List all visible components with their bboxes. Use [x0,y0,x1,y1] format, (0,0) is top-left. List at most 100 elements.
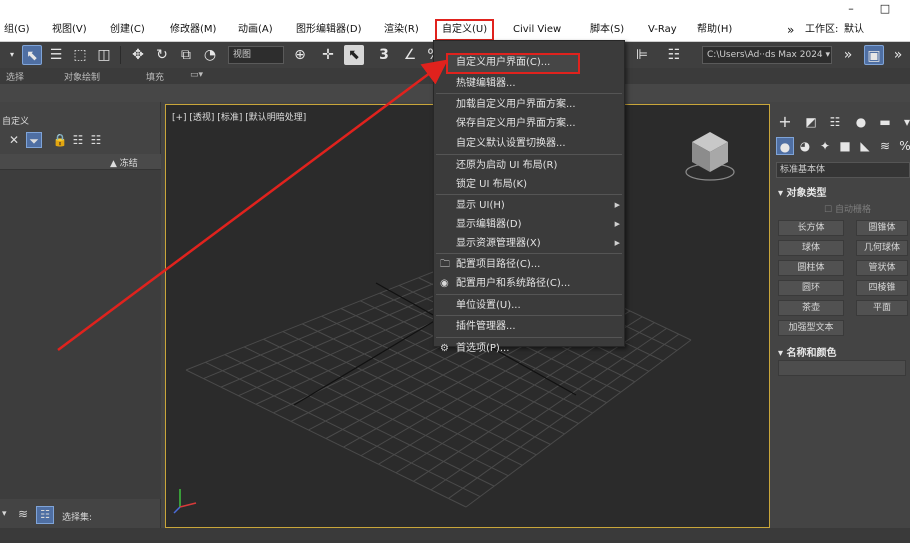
toolbar-more-button[interactable]: » [888,45,908,65]
customize-menu-item-7[interactable]: 显示 UI(H) ▶ [434,196,626,215]
customize-menu-item-3[interactable]: 保存自定义用户界面方案... [434,114,626,133]
menu-scripting[interactable]: 脚本(S) [590,18,624,42]
customize-menu-item-2[interactable]: 加载自定义用户界面方案... [434,95,626,114]
object-name-field[interactable] [778,360,906,376]
menu-rendering[interactable]: 渲染(R) [384,18,419,42]
menu-create[interactable]: 创建(C) [110,18,145,42]
scale-icon[interactable]: ⧉ [176,45,196,65]
lights-icon[interactable]: ✦ [816,137,834,155]
lock-icon[interactable]: 🔒 [52,132,68,148]
ribbon-tab-object-paint[interactable]: 对象绘制 [64,70,100,83]
menu-view[interactable]: 视图(V) [52,18,87,42]
ribbon-tab-fill[interactable]: 填充 [146,70,164,83]
box-button[interactable]: 长方体 [778,220,844,236]
menu-animation[interactable]: 动画(A) [238,18,273,42]
rotate-icon[interactable]: ↻ [152,45,172,65]
menu-item-label: 还原为启动 UI 布局(R) [456,160,558,171]
select-and-manipulate-icon[interactable]: ✛ [318,45,338,65]
customize-menu-item-1[interactable]: 热键编辑器... [434,74,626,93]
keyboard-shortcut-override-icon[interactable]: ⬉ [344,45,364,65]
customize-menu-item-5[interactable]: 还原为启动 UI 布局(R) [434,156,626,175]
tube-button[interactable]: 管状体 [856,260,908,276]
customize-menu-item-14[interactable]: ⚙ 首选项(P)... [434,339,626,358]
teapot-button[interactable]: 茶壶 [778,300,844,316]
plane-button[interactable]: 平面 [856,300,908,316]
customize-menu-item-10[interactable]: 🗀 配置项目路径(C)... [434,255,626,274]
close-icon[interactable]: ✕ [6,132,22,148]
filter-icon[interactable]: ⏷ [26,132,42,148]
modify-tab-icon[interactable]: ◩ [802,113,820,131]
autogrid-checkbox[interactable]: ☐ 自动栅格 [824,202,871,215]
name-and-color-rollout[interactable]: ▾ 名称和颜色 [778,344,837,359]
save-icon[interactable]: ▣ [864,45,884,65]
object-type-rollout[interactable]: ▾ 对象类型 [778,184,827,199]
menu-customize[interactable]: 自定义(U) [434,18,496,42]
textplus-button[interactable]: 加强型文本 [778,320,844,336]
pyramid-button[interactable]: 四棱锥 [856,280,908,296]
cameras-icon[interactable]: ■ [836,137,854,155]
utilities-tab-icon[interactable]: ▾ [898,113,910,131]
layer-explorer-icon[interactable]: ≋ [18,507,28,521]
customize-menu-item-12[interactable]: 单位设置(U)... [434,296,626,315]
menu-overflow-button[interactable]: » [787,18,794,42]
selection-filter-arrow-icon[interactable]: ▾ [2,45,22,65]
torus-button[interactable]: 圆环 [778,280,844,296]
sphere-button[interactable]: 球体 [778,240,844,256]
place-icon[interactable]: ◔ [200,45,220,65]
systems-icon[interactable]: % [896,137,910,155]
geosphere-button[interactable]: 几何球体 [856,240,908,256]
toolbar-overflow-button[interactable]: » [838,45,858,65]
hierarchy-tab-icon[interactable]: ☷ [826,113,844,131]
select-by-name-icon[interactable]: ☰ [46,45,66,65]
layers-icon[interactable]: ☷ [88,132,104,148]
move-icon[interactable]: ✥ [128,45,148,65]
geometry-icon[interactable]: ● [776,137,794,155]
scene-explorer-footer: ▾ ≋ ☷ 选择集: [0,504,161,528]
toolbar-separator [120,46,121,64]
footer-dropdown-arrow-icon[interactable]: ▾ [2,509,7,519]
ribbon-options-icon[interactable]: ▭▾ [190,70,203,80]
customize-menu-item-6[interactable]: 锁定 UI 布局(K) [434,175,626,194]
shapes-icon[interactable]: ◕ [796,137,814,155]
project-path-dropdown[interactable]: C:\Users\Ad··ds Max 2024 ▾ [702,46,832,64]
reference-coordinate-dropdown[interactable]: 视图 [228,46,284,64]
menu-group[interactable]: 组(G) [4,18,30,42]
menu-graph-editors[interactable]: 图形编辑器(D) [296,18,362,42]
display-tab-icon[interactable]: ▬ [876,113,894,131]
select-object-icon[interactable]: ⬉ [22,45,42,65]
spacewarps-icon[interactable]: ≋ [876,137,894,155]
menu-help[interactable]: 帮助(H) [697,18,732,42]
rectangular-region-icon[interactable]: ⬚ [70,45,90,65]
customize-menu-item-4[interactable]: 自定义默认设置切换器... [434,134,626,153]
customize-menu-item-0[interactable]: 自定义用户界面(C)... [446,53,580,74]
window-crossing-icon[interactable]: ◫ [94,45,114,65]
cone-button[interactable]: 圆锥体 [856,220,908,236]
column-frozen[interactable]: ▲ 冻结 [110,156,138,169]
customize-menu-item-11[interactable]: ◉ 配置用户和系统路径(C)... [434,274,626,293]
motion-tab-icon[interactable]: ● [852,113,870,131]
snaps-toggle-icon[interactable]: 3 [374,45,394,65]
create-tab-icon[interactable]: + [776,113,794,131]
angle-snap-icon[interactable]: ∠ [400,45,420,65]
align-icon[interactable]: ⊫ [632,45,652,65]
customize-menu-item-9[interactable]: 显示资源管理器(X) ▶ [434,234,626,253]
maximize-button[interactable]: □ [870,0,900,18]
workspace-dropdown[interactable]: 默认 [844,18,864,42]
customize-menu-item-13[interactable]: 插件管理器... [434,317,626,336]
menu-separator [436,315,622,316]
hierarchy-view-icon[interactable]: ☷ [36,506,54,524]
cylinder-button[interactable]: 圆柱体 [778,260,844,276]
customize-menu-item-8[interactable]: 显示编辑器(D) ▶ [434,215,626,234]
pivot-center-icon[interactable]: ⊕ [290,45,310,65]
helpers-icon[interactable]: ◣ [856,137,874,155]
ribbon-tab-select[interactable]: 选择 [6,70,24,83]
menu-modifiers[interactable]: 修改器(M) [170,18,216,42]
menu-item-label: 显示资源管理器(X) [456,238,541,249]
menu-vray[interactable]: V-Ray [648,18,677,42]
hierarchy-icon[interactable]: ☷ [70,132,86,148]
menu-civil-view[interactable]: Civil View [513,18,561,42]
scene-object-list[interactable]: ▲ 冻结 [0,154,161,499]
minimize-button[interactable]: – [836,0,866,18]
primitive-category-dropdown[interactable]: 标准基本体 [776,162,910,178]
scene-explorer-icon[interactable]: ☷ [664,45,684,65]
